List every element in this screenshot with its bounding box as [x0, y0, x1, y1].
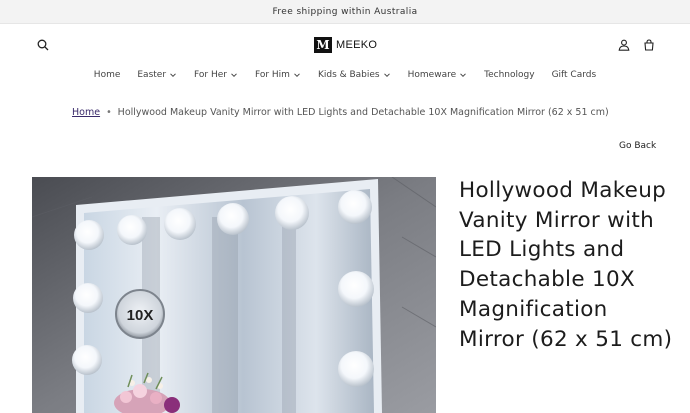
announcement-bar: Free shipping within Australia [0, 0, 690, 24]
breadcrumb-home-link[interactable]: Home [72, 107, 100, 118]
chevron-down-icon [294, 73, 300, 78]
magnifier-badge-text: 10X [127, 307, 154, 324]
search-icon [37, 39, 49, 51]
breadcrumb-current: Hollywood Makeup Vanity Mirror with LED … [117, 106, 609, 118]
nav-item-technology[interactable]: Technology [484, 70, 534, 80]
user-icon [618, 39, 630, 51]
nav-item-label: Gift Cards [551, 70, 597, 80]
product-photo: 10X [32, 177, 436, 413]
logo-mark: M [314, 37, 332, 53]
store-logo[interactable]: M MEEKO [314, 37, 377, 53]
nav-item-kids-babies[interactable]: Kids & Babies [318, 70, 391, 80]
nav-item-homeware[interactable]: Homeware [408, 70, 468, 80]
main-nav: Home Easter For Her For Him Kids & Babie… [0, 66, 690, 84]
announcement-text: Free shipping within Australia [272, 6, 418, 17]
chevron-down-icon [231, 73, 237, 78]
nav-item-label: For Him [254, 70, 290, 80]
nav-item-gift-cards[interactable]: Gift Cards [552, 70, 597, 80]
nav-item-easter[interactable]: Easter [137, 70, 177, 80]
product-image[interactable]: 10X [32, 177, 436, 413]
account-button[interactable] [614, 35, 634, 55]
nav-item-label: Home [93, 70, 121, 80]
cart-button[interactable] [639, 35, 659, 55]
nav-item-home[interactable]: Home [94, 70, 121, 80]
product-title: Hollywood Makeup Vanity Mirror with LED … [459, 178, 673, 352]
logo-text: MEEKO [336, 39, 378, 51]
cart-icon [644, 39, 654, 51]
chevron-down-icon [170, 73, 176, 78]
go-back-link[interactable]: Go Back [619, 141, 656, 151]
nav-item-label: For Her [194, 70, 227, 80]
site-header: M MEEKO [0, 24, 690, 66]
nav-item-for-her[interactable]: For Her [194, 70, 238, 80]
chevron-down-icon [383, 73, 390, 78]
breadcrumb: Home • Hollywood Makeup Vanity Mirror wi… [72, 105, 609, 119]
nav-item-label: Easter [137, 70, 167, 80]
chevron-down-icon [460, 73, 466, 78]
nav-item-label: Technology [484, 70, 535, 80]
nav-item-for-him[interactable]: For Him [255, 70, 301, 80]
breadcrumb-separator: • [106, 106, 112, 118]
search-button[interactable] [33, 35, 53, 55]
nav-item-label: Kids & Babies [317, 70, 380, 80]
nav-item-label: Homeware [407, 70, 457, 80]
